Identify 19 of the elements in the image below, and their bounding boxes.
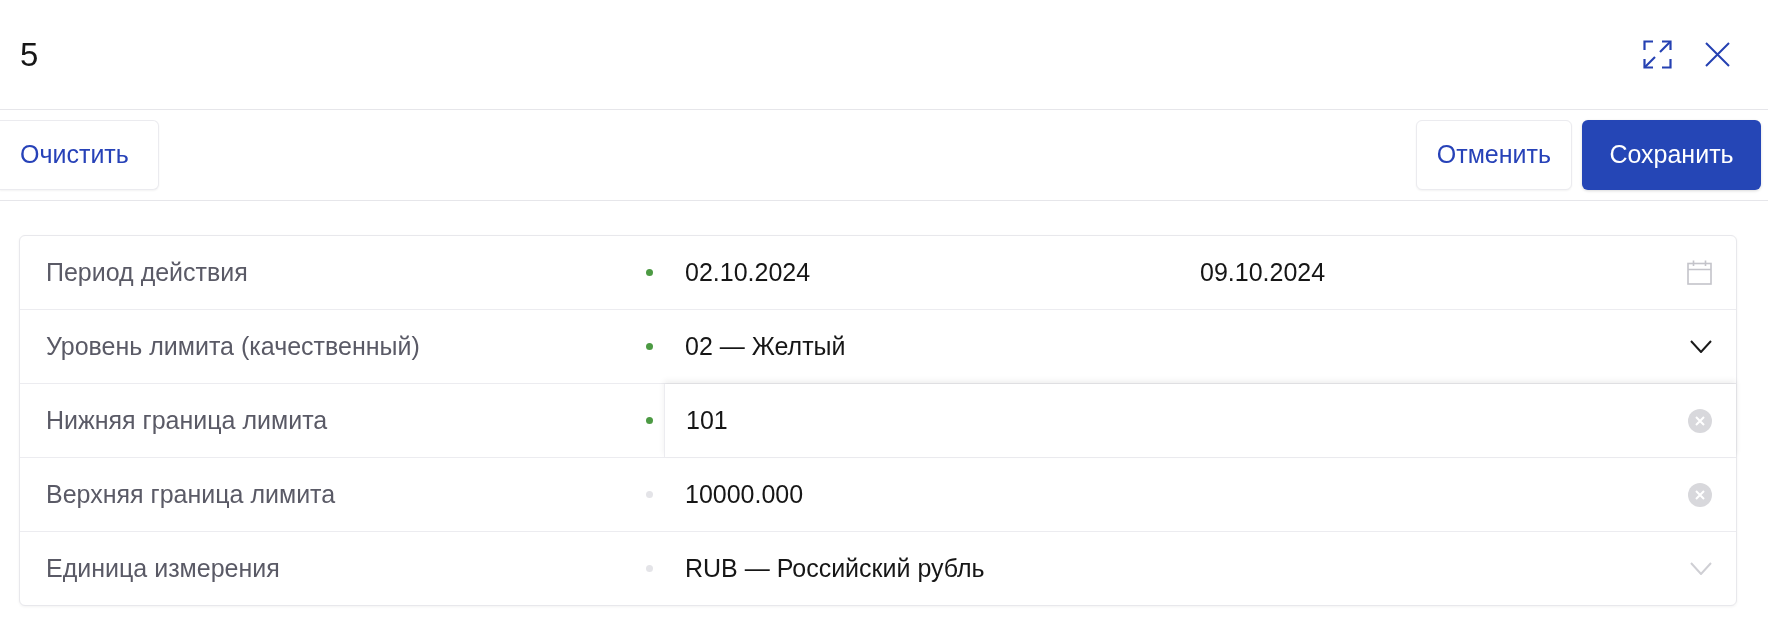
clear-icon[interactable] (1688, 408, 1712, 433)
clear-button[interactable]: Очистить (0, 120, 159, 190)
field-label: Единица измерения (46, 552, 280, 584)
expand-icon[interactable] (1643, 40, 1672, 69)
date-range-field[interactable]: 02.10.2024 09.10.2024 (664, 236, 1736, 309)
close-icon[interactable] (1705, 42, 1730, 67)
select-field[interactable]: 02 — Желтый (664, 310, 1736, 383)
save-button[interactable]: Сохранить (1582, 120, 1761, 190)
dialog-title: 5 (20, 34, 39, 75)
chevron-down-icon[interactable] (1690, 340, 1712, 353)
field-label: Уровень лимита (качественный) (46, 330, 420, 362)
input-field[interactable]: 101 (664, 384, 1736, 457)
field-label: Нижняя граница лимита (46, 404, 328, 436)
cancel-button[interactable]: Отменить (1415, 120, 1572, 190)
input-field[interactable]: 10000.000 (664, 458, 1736, 531)
field-label: Верхняя граница лимита (46, 478, 336, 510)
field-label: Период действия (46, 256, 248, 288)
clear-icon[interactable] (1688, 482, 1712, 507)
calendar-icon[interactable] (1687, 260, 1712, 285)
